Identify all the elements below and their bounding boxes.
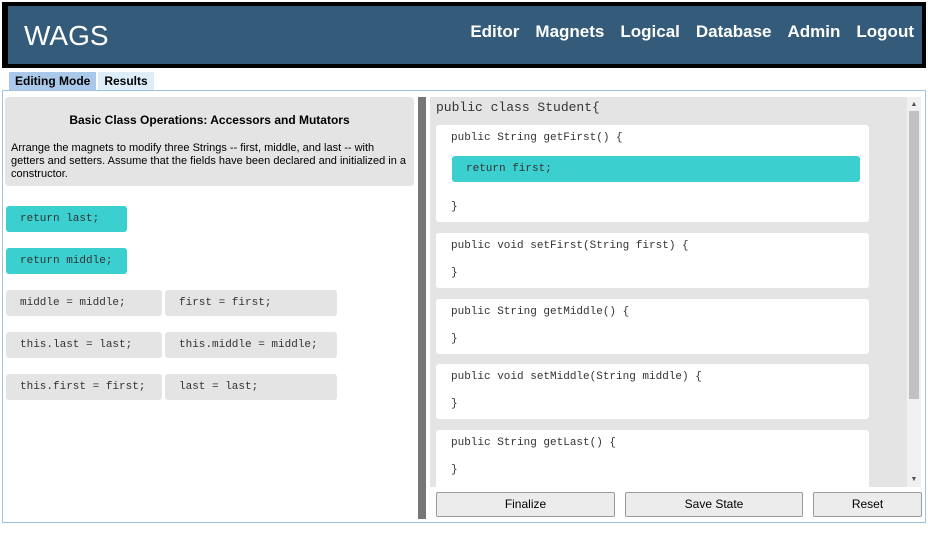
- class-declaration: public class Student{: [436, 100, 600, 115]
- problem-panel: Basic Class Operations: Accessors and Mu…: [5, 97, 414, 186]
- nav-logout[interactable]: Logout: [856, 22, 914, 42]
- method-block[interactable]: public String getLast() { }: [436, 430, 869, 487]
- nav-admin[interactable]: Admin: [788, 22, 841, 42]
- app-header: WAGS Editor Magnets Logical Database Adm…: [2, 2, 926, 68]
- method-signature: public String getLast() {: [451, 437, 617, 449]
- scroll-up-icon[interactable]: ▲: [907, 100, 921, 110]
- method-close-brace: }: [451, 398, 458, 410]
- magnet-return-middle[interactable]: return middle;: [6, 248, 127, 274]
- method-close-brace: }: [451, 201, 458, 213]
- tab-editing-mode[interactable]: Editing Mode: [9, 72, 97, 90]
- method-block[interactable]: public String getMiddle() { }: [436, 299, 869, 354]
- reset-button[interactable]: Reset: [813, 492, 922, 517]
- magnet-this-last-assign[interactable]: this.last = last;: [6, 332, 162, 358]
- method-close-brace: }: [451, 464, 458, 476]
- nav-magnets[interactable]: Magnets: [535, 22, 604, 42]
- method-signature: public String getFirst() {: [451, 132, 623, 144]
- tab-results[interactable]: Results: [98, 72, 154, 90]
- method-signature: public void setMiddle(String middle) {: [451, 371, 702, 383]
- finalize-button[interactable]: Finalize: [436, 492, 615, 517]
- method-signature: public String getMiddle() {: [451, 306, 630, 318]
- magnet-this-first-assign[interactable]: this.first = first;: [6, 374, 162, 400]
- method-signature: public void setFirst(String first) {: [451, 240, 689, 252]
- save-state-button[interactable]: Save State: [625, 492, 803, 517]
- nav-database[interactable]: Database: [696, 22, 772, 42]
- editor-scrollbar[interactable]: ▲ ▼: [907, 97, 921, 487]
- method-close-brace: }: [451, 333, 458, 345]
- app-logo: WAGS: [24, 20, 109, 51]
- problem-title: Basic Class Operations: Accessors and Mu…: [69, 113, 350, 127]
- dropped-magnet[interactable]: return first;: [452, 156, 860, 182]
- problem-description: Arrange the magnets to modify three Stri…: [11, 142, 407, 180]
- code-editor: public class Student{ public String getF…: [430, 97, 907, 487]
- magnet-this-middle-assign[interactable]: this.middle = middle;: [165, 332, 337, 358]
- scrollbar-thumb[interactable]: [909, 111, 919, 399]
- magnet-return-last[interactable]: return last;: [6, 206, 127, 232]
- scroll-down-icon[interactable]: ▼: [907, 475, 921, 485]
- method-block[interactable]: public void setMiddle(String middle) { }: [436, 364, 869, 419]
- top-nav: Editor Magnets Logical Database Admin Lo…: [454, 22, 914, 42]
- nav-editor[interactable]: Editor: [470, 22, 519, 42]
- method-block[interactable]: public String getFirst() { return first;…: [436, 125, 869, 222]
- method-close-brace: }: [451, 267, 458, 279]
- mode-tabs: Editing Mode Results: [9, 72, 156, 90]
- nav-logical[interactable]: Logical: [620, 22, 680, 42]
- magnet-first-assign[interactable]: first = first;: [165, 290, 337, 316]
- panel-divider[interactable]: [418, 97, 426, 519]
- magnet-last-assign[interactable]: last = last;: [165, 374, 337, 400]
- magnet-middle-assign[interactable]: middle = middle;: [6, 290, 162, 316]
- method-block[interactable]: public void setFirst(String first) { }: [436, 233, 869, 288]
